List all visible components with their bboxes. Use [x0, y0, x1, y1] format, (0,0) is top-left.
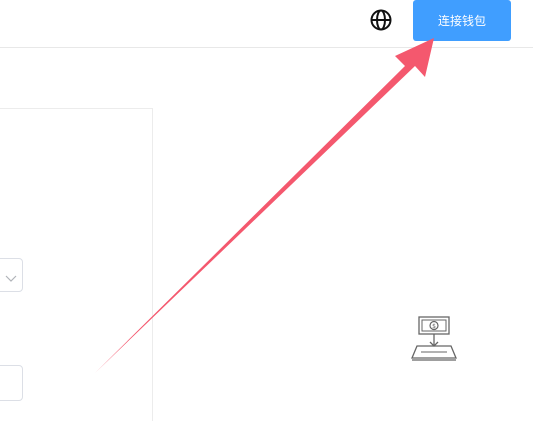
top-bar: 连接钱包	[0, 0, 533, 48]
svg-text:$: $	[432, 323, 436, 330]
globe-icon[interactable]	[369, 8, 393, 32]
withdraw-money-icon: $	[409, 316, 459, 362]
chevron-down-icon	[5, 269, 17, 282]
page: 连接钱包 $	[0, 0, 533, 421]
network-select[interactable]	[0, 258, 23, 292]
amount-input[interactable]	[0, 365, 23, 401]
connect-wallet-button[interactable]: 连接钱包	[413, 0, 511, 41]
